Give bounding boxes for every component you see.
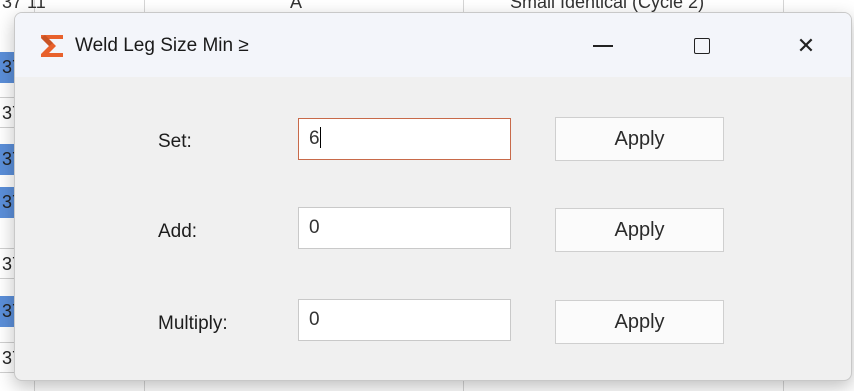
minimize-icon: [593, 45, 613, 47]
app-logo-icon: [41, 35, 63, 57]
multiply-apply-button[interactable]: Apply: [555, 300, 724, 344]
maximize-icon: [694, 38, 710, 54]
close-button[interactable]: ✕: [783, 27, 829, 65]
add-label: Add:: [158, 221, 198, 242]
multiply-value-input[interactable]: 0: [298, 299, 511, 341]
add-apply-button[interactable]: Apply: [555, 208, 724, 252]
add-value-input[interactable]: 0: [298, 207, 511, 249]
multiply-label: Multiply:: [158, 313, 228, 334]
dialog-title: Weld Leg Size Min ≥: [75, 35, 249, 56]
minimize-button[interactable]: [580, 27, 626, 65]
set-value-input[interactable]: 6: [298, 118, 511, 160]
close-icon: ✕: [796, 33, 816, 58]
title-bar[interactable]: Weld Leg Size Min ≥ ✕: [15, 13, 851, 77]
set-apply-button[interactable]: Apply: [555, 117, 724, 161]
set-label: Set:: [158, 131, 192, 152]
text-caret: [319, 127, 321, 148]
set-value-text: 6: [309, 128, 320, 149]
maximize-button[interactable]: [679, 27, 725, 65]
weld-leg-size-dialog: Weld Leg Size Min ≥ ✕ Set: 6 Apply Add: …: [14, 12, 852, 381]
